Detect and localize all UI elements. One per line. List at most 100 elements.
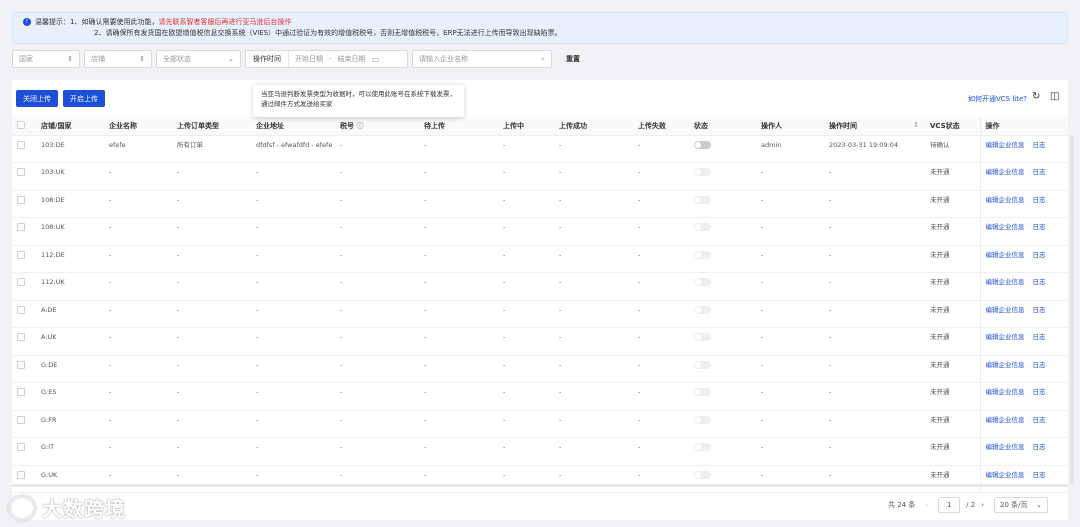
select-all-checkbox[interactable] bbox=[17, 120, 25, 129]
log-link[interactable]: 日志 bbox=[1033, 471, 1046, 479]
page-size-select[interactable]: 20 条/页 ⌄ bbox=[994, 497, 1049, 513]
row-checkbox[interactable] bbox=[17, 195, 25, 204]
status-toggle[interactable] bbox=[694, 470, 711, 479]
row-checkbox[interactable] bbox=[17, 470, 25, 479]
cell-pending: - bbox=[419, 355, 498, 383]
status-toggle[interactable] bbox=[694, 388, 711, 396]
table-row: G:DE - - - - - - - - - - 未开通 编辑企业信息 日志 bbox=[12, 355, 1068, 383]
cell-tax: - bbox=[335, 190, 419, 218]
sort-icon[interactable]: ⇕ bbox=[913, 121, 919, 129]
table-row: 112:DE - - - - - - - - - - 未开通 编辑企业信息 日志 bbox=[12, 245, 1068, 273]
close-upload-button[interactable]: 关闭上传 bbox=[16, 90, 58, 107]
status-toggle[interactable] bbox=[694, 278, 711, 286]
cell-company: - bbox=[104, 272, 172, 301]
cell-success: - bbox=[554, 355, 633, 383]
row-checkbox[interactable] bbox=[17, 360, 25, 369]
next-page-icon[interactable]: › bbox=[981, 501, 984, 509]
log-link[interactable]: 日志 bbox=[1033, 361, 1046, 369]
row-checkbox[interactable] bbox=[17, 333, 25, 341]
log-link[interactable]: 日志 bbox=[1033, 223, 1046, 231]
edit-company-link[interactable]: 编辑企业信息 bbox=[986, 333, 1025, 341]
log-link[interactable]: 日志 bbox=[1033, 278, 1046, 286]
reset-button[interactable]: 重置 bbox=[556, 54, 590, 64]
status-toggle[interactable] bbox=[694, 140, 711, 149]
cell-uploading: - bbox=[498, 245, 554, 273]
col-pending: 待上传 bbox=[419, 117, 498, 136]
help-icon[interactable]: ⓘ bbox=[356, 122, 363, 130]
cell-company: - bbox=[104, 245, 172, 273]
vertical-scrollbar[interactable] bbox=[1070, 135, 1074, 485]
status-toggle[interactable] bbox=[694, 305, 711, 314]
edit-company-link[interactable]: 编辑企业信息 bbox=[986, 251, 1025, 259]
edit-company-link[interactable]: 编辑企业信息 bbox=[986, 223, 1025, 231]
log-link[interactable]: 日志 bbox=[1033, 251, 1046, 259]
row-checkbox[interactable] bbox=[17, 305, 25, 314]
row-checkbox[interactable] bbox=[17, 388, 25, 396]
edit-company-link[interactable]: 编辑企业信息 bbox=[986, 361, 1025, 369]
row-checkbox[interactable] bbox=[17, 140, 25, 149]
cell-uploading: - bbox=[498, 300, 554, 328]
vcs-help-link[interactable]: 如何开通VCS lite? bbox=[968, 94, 1027, 104]
row-checkbox[interactable] bbox=[17, 278, 25, 286]
cell-time: - bbox=[824, 355, 925, 383]
edit-company-link[interactable]: 编辑企业信息 bbox=[986, 416, 1025, 424]
page-number-input[interactable]: 1 bbox=[938, 497, 961, 513]
pagination: 共 24 条 ‹ 1 / 2 › 20 条/页 ⌄ bbox=[888, 497, 1049, 513]
log-link[interactable]: 日志 bbox=[1033, 196, 1046, 204]
date-type-label[interactable]: 操作时间 bbox=[246, 51, 289, 67]
row-checkbox[interactable] bbox=[17, 223, 25, 231]
country-select[interactable]: 国家 ⇕ bbox=[12, 50, 80, 68]
status-toggle[interactable] bbox=[694, 443, 711, 451]
log-link[interactable]: 日志 bbox=[1033, 333, 1046, 341]
log-link[interactable]: 日志 bbox=[1033, 141, 1046, 149]
status-toggle[interactable] bbox=[694, 250, 711, 259]
log-link[interactable]: 日志 bbox=[1033, 168, 1046, 176]
status-toggle[interactable] bbox=[694, 195, 711, 204]
open-upload-button[interactable]: 开启上传 bbox=[63, 90, 105, 107]
horizontal-scrollbar[interactable] bbox=[12, 484, 1068, 487]
cell-type: - bbox=[172, 245, 251, 273]
edit-company-link[interactable]: 编辑企业信息 bbox=[986, 306, 1025, 314]
columns-icon[interactable]: ◫ bbox=[1050, 91, 1059, 102]
edit-company-link[interactable]: 编辑企业信息 bbox=[986, 196, 1025, 204]
cell-operator: admin bbox=[756, 135, 824, 163]
chevron-updown-icon: ⇕ bbox=[67, 55, 73, 63]
log-link[interactable]: 日志 bbox=[1033, 388, 1046, 396]
status-toggle[interactable] bbox=[694, 168, 711, 176]
start-date[interactable]: 开始日期 bbox=[289, 54, 329, 64]
edit-company-link[interactable]: 编辑企业信息 bbox=[986, 168, 1025, 176]
log-link[interactable]: 日志 bbox=[1033, 306, 1046, 314]
status-toggle[interactable] bbox=[694, 223, 711, 231]
log-link[interactable]: 日志 bbox=[1033, 443, 1046, 451]
edit-company-link[interactable]: 编辑企业信息 bbox=[986, 388, 1025, 396]
status-toggle[interactable] bbox=[694, 415, 711, 424]
status-toggle[interactable] bbox=[694, 360, 711, 369]
cell-vcs: 未开通 bbox=[925, 327, 980, 356]
date-range-picker[interactable]: 操作时间 开始日期 - 结束日期 ▭ bbox=[245, 50, 408, 68]
company-search-input[interactable]: 请输入企业名称 ⌕ bbox=[412, 50, 552, 68]
cell-time: 2023-03-31 19:09:04 bbox=[824, 135, 925, 163]
col-time[interactable]: 操作时间 ⇕ bbox=[824, 117, 925, 136]
cell-vcs: 未开通 bbox=[925, 465, 980, 493]
status-toggle[interactable] bbox=[694, 333, 711, 341]
row-checkbox[interactable] bbox=[17, 443, 25, 451]
cell-time: - bbox=[824, 382, 925, 411]
table-row: 103:DE efefe 所有订单 dfdfsf - efwafdfd - efefe… bbox=[12, 135, 1068, 163]
edit-company-link[interactable]: 编辑企业信息 bbox=[986, 141, 1025, 149]
cell-time: - bbox=[824, 162, 925, 191]
cell-time: - bbox=[824, 190, 925, 218]
cell-shop: 112:DE bbox=[36, 245, 104, 273]
log-link[interactable]: 日志 bbox=[1033, 416, 1046, 424]
row-checkbox[interactable] bbox=[17, 415, 25, 424]
shop-select[interactable]: 店铺 ⇕ bbox=[84, 50, 152, 68]
status-select[interactable]: 全部状态 ⌄ bbox=[156, 50, 241, 68]
prev-page-icon[interactable]: ‹ bbox=[925, 501, 928, 509]
edit-company-link[interactable]: 编辑企业信息 bbox=[986, 443, 1025, 451]
end-date[interactable]: 结束日期 bbox=[332, 54, 372, 64]
edit-company-link[interactable]: 编辑企业信息 bbox=[986, 278, 1025, 286]
row-checkbox[interactable] bbox=[17, 168, 25, 176]
refresh-icon[interactable]: ↻ bbox=[1032, 91, 1040, 102]
edit-company-link[interactable]: 编辑企业信息 bbox=[986, 471, 1025, 479]
col-shop: 店铺/国家 bbox=[36, 117, 104, 136]
row-checkbox[interactable] bbox=[17, 250, 25, 259]
